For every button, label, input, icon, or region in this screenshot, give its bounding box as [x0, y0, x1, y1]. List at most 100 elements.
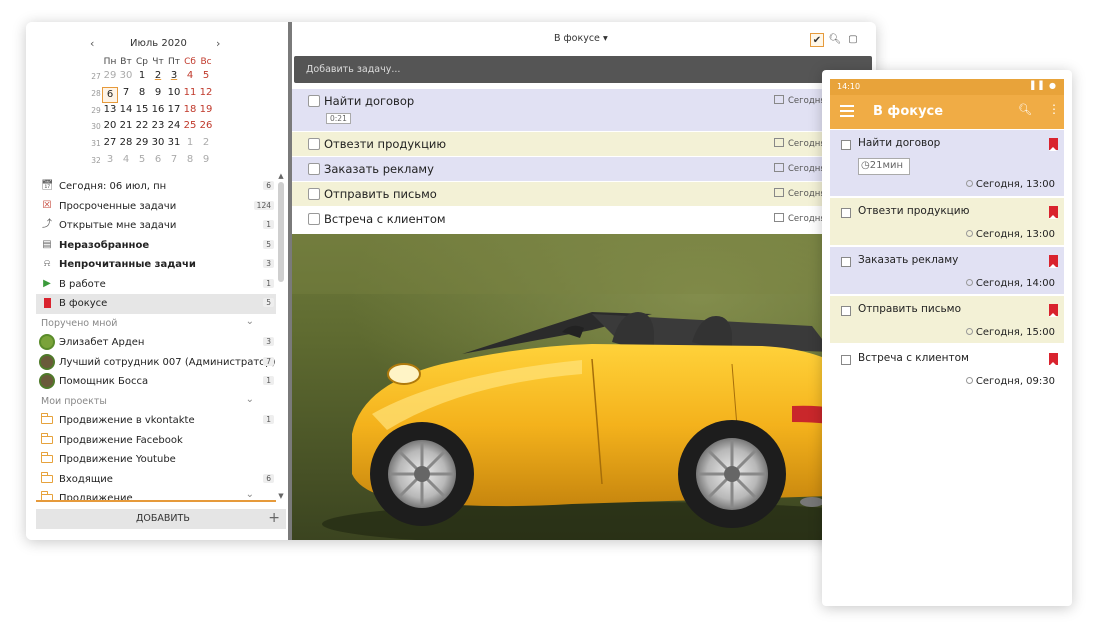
task-checkbox[interactable] [308, 138, 320, 150]
bookmark-flag-icon[interactable] [1049, 353, 1058, 366]
calendar-day[interactable]: 8 [134, 87, 150, 98]
task-checkbox[interactable] [841, 306, 851, 316]
sidebar-item-project[interactable]: Продвижение Youtube [36, 450, 276, 470]
sidebar-item-project[interactable]: Продвижение Facebook [36, 431, 276, 451]
calendar-day[interactable]: 17 [166, 104, 182, 115]
sidebar-scrollbar[interactable]: ▲ ▼ [276, 172, 286, 502]
calendar-day[interactable]: 23 [150, 120, 166, 131]
sidebar-item-project[interactable]: Входящие 6 [36, 470, 276, 490]
calendar-day[interactable]: 18 [182, 104, 198, 115]
focus-filter-dropdown[interactable]: В фокусе ▾ [554, 33, 608, 44]
calendar-day[interactable]: 19 [198, 104, 214, 115]
calendar-day[interactable]: 29 [134, 137, 150, 148]
calendar-day[interactable]: 10 [166, 87, 182, 98]
group-assigned-by-me[interactable]: Поручено мной ⌄ [36, 314, 276, 334]
calendar-day[interactable]: 28 [118, 137, 134, 148]
add-button[interactable]: ДОБАВИТЬ + [36, 509, 286, 529]
calendar-day[interactable]: 8 [182, 154, 198, 165]
sidebar-item-in-progress[interactable]: ▶ В работе 1 [36, 275, 276, 295]
scroll-down-icon[interactable]: ▼ [276, 492, 286, 500]
calendar-day[interactable]: 21 [118, 120, 134, 131]
calendar-day[interactable]: 6 [150, 154, 166, 165]
calendar-day[interactable]: 4 [182, 70, 198, 81]
calendar-day[interactable]: 15 [134, 104, 150, 115]
phone-task-row[interactable]: Отвезти продукцию Сегодня, 13:00 [830, 198, 1064, 247]
calendar-day[interactable]: 11 [182, 87, 198, 98]
sidebar-item-person[interactable]: Элизабет Арден 3 [36, 333, 276, 353]
task-checkbox[interactable] [308, 188, 320, 200]
add-task-input[interactable] [294, 56, 872, 83]
task-checkbox[interactable] [841, 257, 851, 267]
calendar-day[interactable]: 9 [150, 87, 166, 98]
calendar-day[interactable]: 12 [198, 87, 214, 98]
prev-month-icon[interactable]: ‹ [90, 37, 94, 50]
calendar-day[interactable]: 22 [134, 120, 150, 131]
bookmark-flag-icon[interactable] [1049, 304, 1058, 317]
calendar-day[interactable]: 20 [102, 120, 118, 131]
sidebar-item-unread[interactable]: ⍾ Непрочитанные задачи 3 [36, 255, 276, 275]
sidebar-item-project[interactable]: Продвижение в vkontakte 1 [36, 411, 276, 431]
calendar-day[interactable]: 1 [134, 70, 150, 81]
task-checkbox[interactable] [308, 95, 320, 107]
checkmark-icon[interactable]: ✔ [810, 33, 824, 47]
timer-icon: ◷ [861, 160, 870, 171]
calendar-day[interactable]: 30 [150, 137, 166, 148]
calendar-day[interactable]: 7 [118, 87, 134, 98]
calendar-day[interactable]: 2 [198, 137, 214, 148]
sidebar-item-inbox[interactable]: ▤ Неразобранное 5 [36, 236, 276, 256]
task-checkbox[interactable] [841, 355, 851, 365]
more-vert-icon[interactable]: ⋮ [1048, 102, 1060, 116]
calendar-day[interactable]: 3 [166, 70, 182, 81]
calendar-day[interactable]: 24 [166, 120, 182, 131]
phone-task-row[interactable]: Отправить письмо Сегодня, 15:00 [830, 296, 1064, 345]
task-row[interactable]: Отправить письмо Сегодня, [292, 182, 876, 207]
calendar-day[interactable]: 1 [182, 137, 198, 148]
group-my-projects[interactable]: Мои проекты ⌄ [36, 392, 276, 412]
calendar-day[interactable]: 5 [198, 70, 214, 81]
calendar-day[interactable]: 26 [198, 120, 214, 131]
calendar-day[interactable]: 7 [166, 154, 182, 165]
calendar-day[interactable]: 14 [118, 104, 134, 115]
calendar-day[interactable]: 27 [102, 137, 118, 148]
next-month-icon[interactable]: › [216, 37, 220, 50]
calendar-day[interactable]: 5 [134, 154, 150, 165]
calendar-day[interactable]: 13 [102, 104, 118, 115]
task-row[interactable]: Встреча с клиентом Сегодня, [292, 207, 876, 232]
task-row[interactable]: Найти договор 0:21 Сегодня, [292, 89, 876, 132]
bookmark-flag-icon[interactable] [1049, 255, 1058, 268]
task-checkbox[interactable] [841, 140, 851, 150]
search-icon[interactable]: 🔍︎ [828, 33, 842, 47]
calendar-day[interactable]: 6 [102, 86, 118, 103]
calendar-day[interactable]: 31 [166, 137, 182, 148]
calendar-day[interactable]: 30 [118, 70, 134, 81]
sidebar-item-person[interactable]: Помощник Босса 1 [36, 372, 276, 392]
calendar-day[interactable]: 3 [102, 154, 118, 165]
phone-task-row[interactable]: Встреча с клиентом Сегодня, 09:30 [830, 345, 1064, 394]
sidebar-item-focus[interactable]: В фокусе 5 [36, 294, 276, 314]
task-checkbox[interactable] [308, 163, 320, 175]
sidebar-item-overdue[interactable]: ☒ Просроченные задачи 124 [36, 197, 276, 217]
calendar-day[interactable]: 9 [198, 154, 214, 165]
task-checkbox[interactable] [308, 213, 320, 225]
calendar-day[interactable]: 16 [150, 104, 166, 115]
task-row[interactable]: Отвезти продукцию Сегодня, [292, 132, 876, 157]
calendar-day[interactable]: 29 [102, 70, 118, 81]
hamburger-menu-icon[interactable] [840, 105, 854, 117]
sidebar-item-person[interactable]: Лучший сотрудник 007 (Администратор) 7 [36, 353, 276, 373]
phone-task-row[interactable]: Найти договор ◷21мин Сегодня, 13:00 [830, 130, 1064, 198]
calendar-view-icon[interactable]: ▢ [846, 33, 860, 47]
clock-icon [965, 279, 973, 286]
task-checkbox[interactable] [841, 208, 851, 218]
phone-task-row[interactable]: Заказать рекламу Сегодня, 14:00 [830, 247, 1064, 296]
search-icon[interactable]: 🔍︎ [1018, 103, 1032, 116]
scrollbar-thumb[interactable] [278, 182, 284, 282]
bookmark-flag-icon[interactable] [1049, 206, 1058, 219]
sidebar-item-shared[interactable]: ⤴ Открытые мне задачи 1 [36, 216, 276, 236]
calendar-day[interactable]: 4 [118, 154, 134, 165]
calendar-day[interactable]: 25 [182, 120, 198, 131]
task-row[interactable]: Заказать рекламу Сегодня, [292, 157, 876, 182]
scroll-up-icon[interactable]: ▲ [276, 172, 286, 180]
bookmark-flag-icon[interactable] [1049, 138, 1058, 151]
sidebar-item-today[interactable]: 📅︎ Сегодня: 06 июл, пн 6 [36, 177, 276, 197]
calendar-day[interactable]: 2 [150, 70, 166, 81]
